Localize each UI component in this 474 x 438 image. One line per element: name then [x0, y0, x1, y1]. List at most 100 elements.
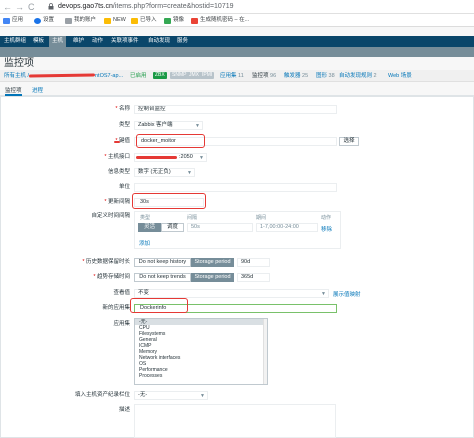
back-icon[interactable]: ← — [3, 2, 12, 12]
menu-services[interactable]: 服务 — [176, 36, 189, 47]
trends-input[interactable]: 365d — [237, 273, 270, 282]
remove-interval-link[interactable]: 移除 — [321, 225, 332, 233]
select-value: Zabbix 客户端 — [138, 122, 173, 128]
annotation-highlight — [130, 298, 188, 313]
menu-templates[interactable]: 模板 — [32, 36, 45, 47]
chevron-down-icon: ▼ — [195, 123, 200, 129]
url-host: devops.gao7ts.cn — [58, 3, 113, 10]
bookmark-apps[interactable]: 应用 — [3, 16, 23, 25]
period-input[interactable]: 1-7,00:00-24:00 — [256, 223, 318, 232]
form-tabs: 监控项 进程 — [0, 86, 474, 96]
tab-item[interactable]: 监控项 — [5, 86, 22, 96]
add-interval-link[interactable]: 添加 — [139, 239, 150, 247]
sub-menu — [0, 47, 474, 57]
breadcrumb-count: 11 — [238, 73, 244, 79]
custom-intervals-label: 自定义时间间隔 — [91, 213, 130, 219]
breadcrumb-count: 38 — [328, 73, 335, 79]
bookmark-imported[interactable]: 已导入 — [131, 16, 157, 25]
breadcrumb-applications[interactable]: 应用集 11 — [220, 71, 244, 81]
chevron-down-icon: ▼ — [321, 291, 326, 297]
history-storage-period-toggle[interactable]: Storage period — [191, 258, 234, 267]
page-title: 监控项 — [4, 58, 34, 69]
breadcrumb-label: 监控项 — [252, 73, 269, 79]
bookmark-settings[interactable]: 设置 — [34, 16, 54, 25]
bookmark-label: 设置 — [43, 17, 55, 23]
select-value: -无- — [138, 392, 148, 398]
breadcrumb-label: 自动发现规则 — [339, 73, 373, 79]
menu-maintenance[interactable]: 维护 — [72, 36, 85, 47]
breadcrumb-host[interactable]: ntOS7-ap... — [95, 71, 123, 81]
show-value-select[interactable]: 不变 ▼ — [134, 289, 329, 298]
item-form — [0, 96, 474, 438]
breadcrumb-discovery-rules[interactable]: 自动发现规则 2 — [339, 71, 377, 81]
chevron-down-icon: ▼ — [187, 170, 192, 176]
page-icon — [65, 17, 72, 24]
breadcrumb-graphs[interactable]: 图形 38 — [316, 71, 335, 81]
tab-preprocessing[interactable]: 进程 — [32, 86, 43, 96]
trends-storage-period-toggle[interactable]: Storage period — [191, 273, 234, 282]
units-input[interactable] — [134, 183, 337, 192]
type-label: 类型 — [118, 122, 130, 128]
forward-icon[interactable]: → — [15, 2, 24, 12]
bookmark-my-account[interactable]: 我的账户 — [65, 16, 96, 25]
gear-icon — [34, 17, 41, 24]
menu-event-correlation[interactable]: 关联项事件 — [110, 36, 140, 47]
name-input[interactable]: 控制台监控 — [134, 105, 337, 114]
breadcrumb-count: 2 — [373, 73, 377, 79]
chevron-down-icon: ▼ — [200, 393, 205, 399]
listbox-scrollbar[interactable] — [263, 319, 267, 384]
value-mapping-link[interactable]: 展示值映射 — [333, 290, 361, 298]
inventory-select[interactable]: -无- ▼ — [134, 391, 208, 400]
key-select-button[interactable]: 选择 — [339, 137, 359, 146]
scheduling-toggle[interactable]: 调度 — [161, 223, 184, 232]
bookmark-label: 我的账户 — [74, 17, 97, 23]
trends-label: * 趋势存储时间 — [93, 274, 130, 280]
info-type-select[interactable]: 数字 (无正负) ▼ — [134, 168, 195, 177]
trends-do-not-keep-toggle[interactable]: Do not keep trends — [134, 273, 191, 282]
breadcrumb-web-scenarios[interactable]: Web 场景 — [388, 71, 412, 81]
jmx-availability-badge: JMX — [187, 72, 201, 79]
breadcrumb-items[interactable]: 监控项 96 — [252, 71, 276, 81]
list-item[interactable]: Processes — [135, 373, 267, 379]
column-header-action: 动作 — [321, 215, 332, 221]
breadcrumb-all-hosts[interactable]: 所有主机 / — [4, 71, 29, 81]
interval-input[interactable]: 50s — [187, 223, 253, 232]
menu-actions[interactable]: 动作 — [91, 36, 104, 47]
update-interval-label: * 更新间隔 — [104, 199, 130, 205]
ipmi-availability-badge: IPMI — [200, 72, 215, 79]
redaction-mark — [136, 156, 177, 159]
description-label: 描述 — [118, 407, 130, 413]
address-bar[interactable]: devops.gao7ts.cn/items.php?form=create&h… — [58, 2, 234, 12]
host-status-enabled[interactable]: 已启用 — [130, 71, 147, 81]
column-header-period: 期间 — [256, 215, 267, 221]
breadcrumb-count: 96 — [270, 73, 277, 79]
flexible-toggle[interactable]: 灵活 — [138, 223, 161, 232]
select-value: 数字 (无正负) — [138, 169, 171, 175]
custom-intervals-table: 类型 间隔 期间 动作 灵活 调度 50s 1-7,00:00-24:00 移除… — [134, 211, 341, 249]
history-do-not-keep-toggle[interactable]: Do not keep history — [134, 258, 191, 267]
description-textarea[interactable] — [134, 404, 336, 438]
select-value: :2050 — [179, 154, 193, 160]
breadcrumb-label: 触发器 — [284, 73, 301, 79]
bookmarks-bar: 应用 设置 我的账户 NEW 已导入 镜像 生成随机密码 – 在... — [0, 14, 474, 27]
menu-host-groups[interactable]: 主机群组 — [3, 36, 27, 47]
apps-listbox[interactable]: -无- CPU Filesystems General ICMP Memory … — [134, 318, 268, 385]
snmp-availability-badge: SNMP — [170, 72, 189, 79]
inventory-label: 填入主机资产纪录栏位 — [74, 392, 130, 398]
type-select[interactable]: Zabbix 客户端 ▼ — [134, 121, 203, 130]
bookmark-new[interactable]: NEW — [104, 16, 126, 25]
history-input[interactable]: 90d — [237, 258, 270, 267]
apps-label: 应用集 — [113, 321, 130, 327]
reload-icon[interactable]: C — [28, 2, 35, 12]
breadcrumb-label: 图形 — [316, 73, 328, 79]
bookmark-password-generator[interactable]: 生成随机密码 – 在... — [191, 16, 249, 25]
units-label: 单位 — [118, 184, 130, 190]
history-label: * 历史数据保留时长 — [82, 259, 130, 265]
main-menu: 主机群组 模板 主机 维护 动作 关联项事件 自动发现 服务 — [0, 36, 474, 47]
menu-hosts[interactable]: 主机 — [49, 36, 67, 47]
show-value-label: 查看值 — [113, 290, 130, 296]
breadcrumb-triggers[interactable]: 触发器 25 — [284, 71, 308, 81]
folder-icon — [131, 17, 138, 24]
menu-discovery[interactable]: 自动发现 — [147, 36, 171, 47]
bookmark-mirror[interactable]: 镜像 — [164, 16, 184, 25]
